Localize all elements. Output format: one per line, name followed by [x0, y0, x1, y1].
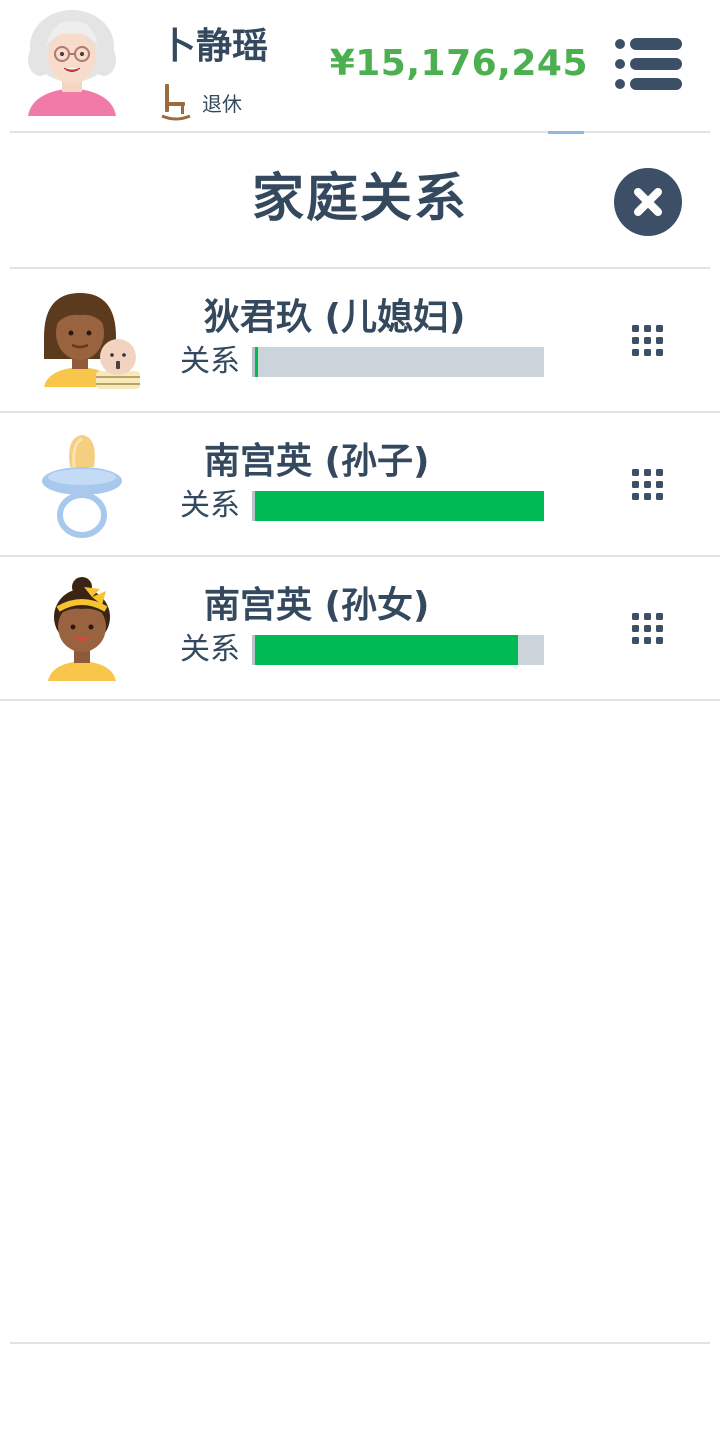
baby-girl-avatar [48, 577, 116, 681]
grid-dots-icon[interactable] [630, 611, 666, 647]
header-divider [10, 131, 710, 133]
dialog-header: 家庭关系 [0, 134, 720, 268]
member-name: 南宫英 (孙子) [204, 441, 430, 482]
bottom-divider [10, 1342, 710, 1344]
close-icon [634, 188, 662, 216]
relationship-label: 关系 [180, 344, 240, 379]
list-menu-icon[interactable] [612, 36, 684, 92]
status-label: 退休 [202, 91, 242, 116]
relationship-bar-fill [255, 635, 518, 665]
player-avatar[interactable] [24, 8, 120, 120]
list-item[interactable]: 狄君玖 (儿媳妇) 关系 [0, 269, 720, 413]
member-name: 狄君玖 (儿媳妇) [204, 297, 466, 338]
pacifier-icon [42, 435, 122, 538]
relationship-bar-fill [255, 491, 544, 521]
page-title: 家庭关系 [251, 169, 468, 229]
top-bar: 卜静瑶 退休 ¥15,176,245 [0, 0, 720, 132]
list-item[interactable]: 南宫英 (孙子) 关系 [0, 413, 720, 557]
relationship-bar-fill [255, 347, 258, 377]
relationship-bar [252, 491, 544, 521]
relationship-bar [252, 635, 544, 665]
list-item[interactable]: 南宫英 (孙女) 关系 [0, 557, 720, 701]
member-name: 南宫英 (孙女) [204, 585, 430, 626]
life-status: 退休 [160, 82, 242, 122]
money-balance: ¥15,176,245 [329, 43, 588, 84]
relationship-label: 关系 [180, 488, 240, 523]
player-name: 卜静瑶 [160, 26, 269, 67]
relationship-label: 关系 [180, 632, 240, 667]
close-button[interactable] [614, 168, 682, 236]
family-list: 狄君玖 (儿媳妇) 关系 南宫英 (孙子) 关系 南宫英 (孙女) 关系 [0, 269, 720, 701]
woman-with-baby-avatar [44, 293, 140, 389]
grid-dots-icon[interactable] [630, 323, 666, 359]
grid-dots-icon[interactable] [630, 467, 666, 503]
relationship-bar [252, 347, 544, 377]
rocking-chair-icon [161, 84, 191, 121]
